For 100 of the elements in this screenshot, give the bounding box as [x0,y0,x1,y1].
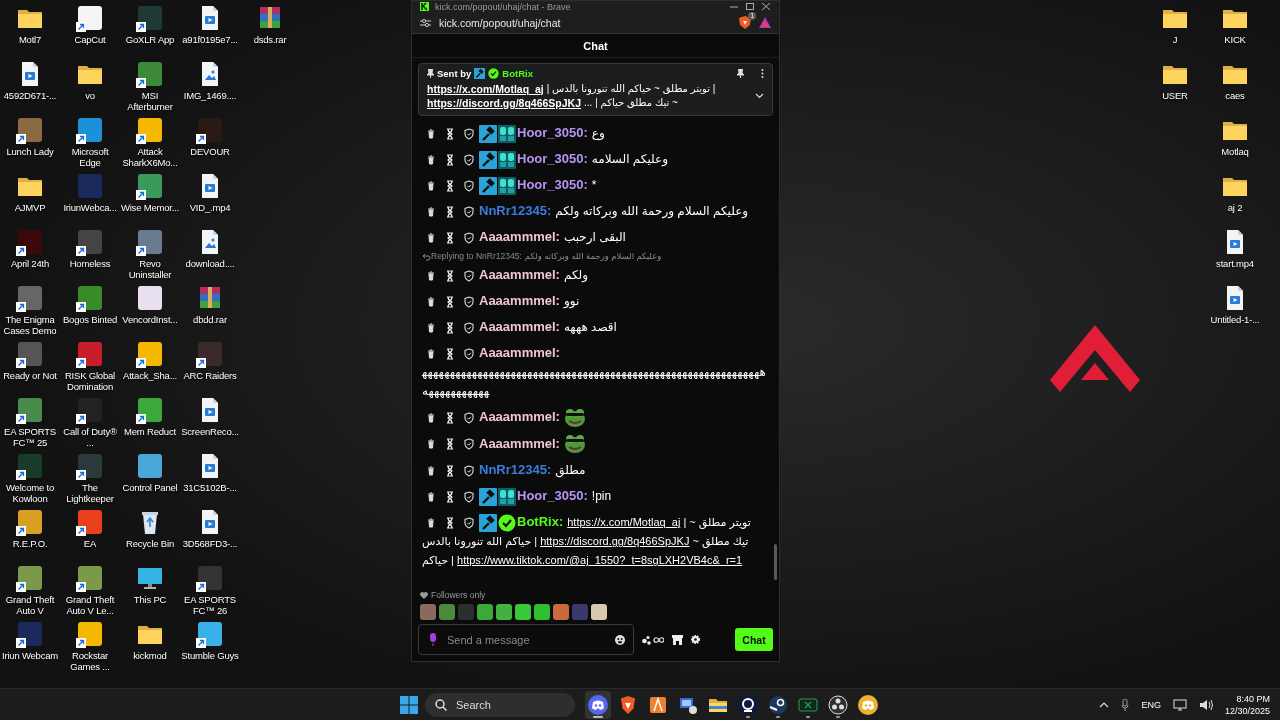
app-icon[interactable] [76,620,104,648]
app-icon[interactable] [76,396,104,424]
trash-icon[interactable] [426,347,436,360]
app-icon[interactable] [16,620,44,648]
app-icon[interactable] [76,340,104,368]
username[interactable]: Aaaammmel: [479,227,560,246]
trash-icon[interactable] [426,411,436,424]
username[interactable]: Hoor_3050: [517,123,588,142]
app-icon[interactable] [196,620,224,648]
hourglass-icon[interactable] [445,205,455,218]
app-icon[interactable] [16,508,44,536]
app-icon[interactable] [136,4,164,32]
hourglass-icon[interactable] [445,411,455,424]
hourglass-icon[interactable] [445,153,455,166]
username[interactable]: Hoor_3050: [517,149,588,168]
username[interactable]: Aaaammmel: [479,433,560,453]
app-icon[interactable] [16,228,44,256]
app-icon[interactable] [16,564,44,592]
shield-icon[interactable] [464,295,474,308]
trash-icon[interactable] [426,269,436,282]
app-icon[interactable] [76,4,104,32]
app-icon[interactable] [76,452,104,480]
username[interactable]: Aaaammmel: [479,291,560,310]
app-icon[interactable] [136,60,164,88]
app-icon[interactable] [16,396,44,424]
hourglass-icon[interactable] [445,231,455,244]
microphone-icon[interactable] [429,633,437,646]
app-icon[interactable] [136,340,164,368]
shield-icon[interactable] [464,347,474,360]
username[interactable]: BotRix [502,68,533,79]
address-url[interactable]: kick.com/popout/uhaj/chat [439,16,561,29]
app-icon[interactable] [196,564,224,592]
triangle-icon[interactable] [759,17,771,28]
app-icon[interactable] [136,172,164,200]
trash-icon[interactable] [426,295,436,308]
language-indicator[interactable]: ENG [1141,699,1161,710]
search-input[interactable]: Search [454,697,558,712]
app-icon[interactable] [136,228,164,256]
app-icon[interactable] [136,284,164,312]
chevron-down-icon[interactable] [755,93,764,99]
shield-icon[interactable] [464,179,474,192]
app-icon[interactable] [136,452,164,480]
username[interactable]: Hoor_3050: [517,175,588,194]
trash-icon[interactable] [426,517,436,530]
username[interactable]: NnRr12345: [479,201,552,220]
hourglass-icon[interactable] [445,321,455,334]
site-settings-icon[interactable] [420,17,431,28]
close-icon[interactable] [761,2,771,11]
app-icon[interactable] [16,284,44,312]
message-link[interactable]: https://x.com/Motlaq_aj [567,516,681,529]
scrollbar[interactable] [774,544,777,580]
shield-icon[interactable] [464,153,474,166]
shield-icon[interactable] [464,205,474,218]
trash-icon[interactable] [426,153,436,166]
trash-icon[interactable] [426,321,436,334]
hourglass-icon[interactable] [445,295,455,308]
app-icon[interactable] [76,508,104,536]
username[interactable]: Aaaammmel: [479,343,560,362]
smiley-icon[interactable] [615,634,625,645]
search-field[interactable]: Search [425,692,575,717]
trash-icon[interactable] [426,231,436,244]
shield-icon[interactable] [464,465,474,478]
app-icon[interactable] [196,116,224,144]
pinned-link[interactable]: https://discord.gg/8q466SpJKJ [427,96,582,110]
maximize-icon[interactable] [745,2,755,11]
clock-time[interactable]: 8:40 PM [1236,692,1270,705]
shield-icon[interactable] [464,438,474,451]
trash-icon[interactable] [426,465,436,478]
settings-icon[interactable] [691,635,700,644]
app-icon[interactable] [76,284,104,312]
shield-icon[interactable] [464,231,474,244]
clock-date[interactable]: 12/30/2025 [1224,704,1270,717]
hourglass-icon[interactable] [445,438,455,451]
app-icon[interactable] [16,340,44,368]
dots-infinity-icon[interactable] [642,634,664,645]
hourglass-icon[interactable] [445,347,455,360]
username[interactable]: NnRr12345: [479,460,552,480]
hourglass-icon[interactable] [445,517,455,530]
username[interactable]: Aaaammmel: [479,407,560,426]
hourglass-icon[interactable] [445,269,455,282]
app-icon[interactable] [16,452,44,480]
hourglass-icon[interactable] [445,127,455,140]
username[interactable]: Hoor_3050: [517,486,588,506]
trash-icon[interactable] [426,179,436,192]
message-input[interactable]: Send a message [445,632,607,647]
chevron-up-icon[interactable] [1099,701,1110,708]
shield-icon[interactable] [464,517,474,530]
microphone-icon[interactable] [1121,698,1130,711]
shield-icon[interactable] [464,127,474,140]
shield-icon[interactable] [464,411,474,424]
trash-icon[interactable] [426,205,436,218]
trash-icon[interactable] [426,438,436,451]
unpin-icon[interactable] [737,69,744,78]
app-icon[interactable] [76,116,104,144]
lion-shield-icon[interactable] [739,16,751,29]
message-link[interactable]: https://discord.gg/8q466SpJKJ [540,535,690,548]
username[interactable]: Aaaammmel: [479,265,560,284]
hourglass-icon[interactable] [445,179,455,192]
network-icon[interactable] [1172,698,1187,711]
message-link[interactable]: https://www.tiktok.com/@aj_1550?_t=8sgLXH2VB4c&_r=1 [457,554,743,567]
